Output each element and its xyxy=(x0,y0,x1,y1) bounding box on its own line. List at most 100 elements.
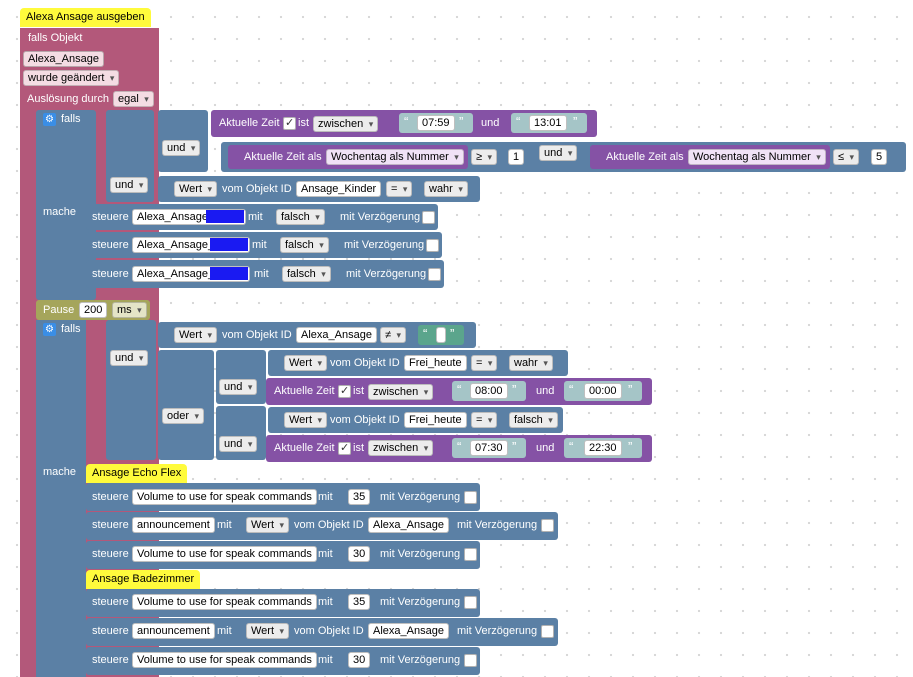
bad-volume-1[interactable]: steuere Volume to use for speak commands… xyxy=(86,589,480,617)
weekday-a-op[interactable]: ≥ xyxy=(471,149,498,165)
frei2-what[interactable]: Wert xyxy=(284,412,328,428)
flex-volume-2[interactable]: steuere Volume to use for speak commands… xyxy=(86,541,480,569)
frei2-id[interactable]: Frei_heute xyxy=(404,412,467,428)
control-row-1[interactable]: steuere Alexa_Ansage mit falsch mit Verz… xyxy=(86,204,438,230)
time1-to-field[interactable]: 13:01 xyxy=(529,115,567,131)
empty-string-field[interactable] xyxy=(436,327,446,343)
control3-delay-checkbox[interactable] xyxy=(428,268,441,281)
section-comment-flex[interactable]: Ansage Echo Flex xyxy=(86,464,188,483)
weekday-b-block[interactable]: Aktuelle Zeit als Wochentag als Nummer xyxy=(590,145,830,169)
control3-value[interactable]: falsch xyxy=(282,266,331,282)
frei1-id[interactable]: Frei_heute xyxy=(404,355,467,371)
state-kinder-what[interactable]: Wert xyxy=(174,181,218,197)
gear-icon[interactable]: ⚙ xyxy=(43,323,56,336)
weekday-a-block[interactable]: Aktuelle Zeit als Wochentag als Nummer xyxy=(228,145,468,169)
bad-volume-2[interactable]: steuere Volume to use for speak commands… xyxy=(86,647,480,675)
bad2-what[interactable]: Wert xyxy=(246,623,290,639)
weekday-a-value[interactable]: 1 xyxy=(508,149,525,165)
control2-delay-checkbox[interactable] xyxy=(426,239,439,252)
time-between-block-2[interactable]: Aktuelle Zeit ist zwischen “ 08:00 ” und… xyxy=(266,378,652,405)
trigger-object-id[interactable]: Alexa_Ansage xyxy=(23,51,104,67)
frei-heute-falsch[interactable]: Wert vom Objekt ID Frei_heute = falsch xyxy=(268,407,563,433)
flex2-target[interactable]: announcement xyxy=(132,517,215,533)
trigger-changed-dropdown[interactable]: wurde geändert xyxy=(23,70,120,86)
if1-and-outer-dropdown[interactable]: und xyxy=(110,177,149,193)
control1-value[interactable]: falsch xyxy=(276,209,325,225)
section-comment-bad[interactable]: Ansage Badezimmer xyxy=(86,570,201,589)
frei1-op[interactable]: = xyxy=(471,355,498,371)
flex3-value[interactable]: 30 xyxy=(348,546,371,562)
bad1-delay-checkbox[interactable] xyxy=(464,596,477,609)
flex1-target[interactable]: Volume to use for speak commands xyxy=(132,489,317,505)
weekday-b-dropdown[interactable]: Wochentag als Nummer xyxy=(688,149,826,165)
pause-value[interactable]: 200 xyxy=(79,302,108,318)
control-row-3[interactable]: steuere Alexa_Ansage_ mit falsch mit Ver… xyxy=(86,260,444,288)
control1-delay-checkbox[interactable] xyxy=(422,211,435,224)
bad1-value[interactable]: 35 xyxy=(348,594,371,610)
time1-checkbox[interactable] xyxy=(283,116,296,130)
state-compare-kinder[interactable]: Wert vom Objekt ID Ansage_Kinder = wahr xyxy=(158,176,480,202)
time2-from-field[interactable]: 08:00 xyxy=(470,383,508,399)
flex1-value[interactable]: 35 xyxy=(348,489,371,505)
time3-from-field[interactable]: 07:30 xyxy=(470,440,508,456)
trigger-by-dropdown[interactable]: egal xyxy=(113,91,154,107)
if2-and-outer[interactable] xyxy=(106,320,156,460)
neq-op[interactable]: ≠ xyxy=(380,327,407,343)
if1-and-inner-dropdown[interactable]: und xyxy=(162,140,201,156)
if2-and-b-dropdown[interactable]: und xyxy=(219,436,258,452)
or-dropdown[interactable]: oder xyxy=(162,408,205,424)
if2-and-outer-dropdown[interactable]: und xyxy=(110,350,149,366)
time3-mode-dropdown[interactable]: zwischen xyxy=(368,440,434,456)
pause-block[interactable]: Pause 200 ms xyxy=(36,300,150,320)
bad2-id[interactable]: Alexa_Ansage xyxy=(368,623,449,639)
gear-icon[interactable]: ⚙ xyxy=(43,113,56,126)
state-kinder-value[interactable]: wahr xyxy=(424,181,468,197)
or-block[interactable] xyxy=(158,350,214,460)
bad3-delay-checkbox[interactable] xyxy=(464,654,477,667)
frei2-value[interactable]: falsch xyxy=(509,412,558,428)
flex2-delay-checkbox[interactable] xyxy=(541,519,554,532)
time2-to-field[interactable]: 00:00 xyxy=(584,383,622,399)
time-between-block-1[interactable]: Aktuelle Zeit ist zwischen “ 07:59 ” und… xyxy=(211,110,597,137)
flex2-what[interactable]: Wert xyxy=(246,517,290,533)
bad3-target[interactable]: Volume to use for speak commands xyxy=(132,652,317,668)
if2-and-a[interactable] xyxy=(216,350,266,404)
if-block-2[interactable] xyxy=(36,320,86,677)
time3-checkbox[interactable] xyxy=(338,441,351,455)
frei1-value[interactable]: wahr xyxy=(509,355,553,371)
time3-to-field[interactable]: 22:30 xyxy=(584,440,622,456)
control-row-2[interactable]: steuere Alexa_Ansage_ mit falsch mit Ver… xyxy=(86,232,442,258)
state-kinder-op[interactable]: = xyxy=(386,181,413,197)
time1-from-field[interactable]: 07:59 xyxy=(417,115,455,131)
bad2-delay-checkbox[interactable] xyxy=(541,625,554,638)
frei2-op[interactable]: = xyxy=(471,412,498,428)
if2-and-a-dropdown[interactable]: und xyxy=(219,379,258,395)
state-kinder-id[interactable]: Ansage_Kinder xyxy=(296,181,382,197)
bad-announcement[interactable]: steuere announcement mit Wert vom Objekt… xyxy=(86,618,558,646)
frei-heute-wahr[interactable]: Wert vom Objekt ID Frei_heute = wahr xyxy=(268,350,568,376)
frei1-what[interactable]: Wert xyxy=(284,355,328,371)
comment-title[interactable]: Alexa Ansage ausgeben xyxy=(20,8,151,27)
bad2-target[interactable]: announcement xyxy=(132,623,215,639)
flex1-delay-checkbox[interactable] xyxy=(464,491,477,504)
time1-mode-dropdown[interactable]: zwischen xyxy=(313,116,379,132)
control2-value[interactable]: falsch xyxy=(280,237,329,253)
flex-announcement[interactable]: steuere announcement mit Wert vom Objekt… xyxy=(86,512,558,540)
flex-volume-1[interactable]: steuere Volume to use for speak commands… xyxy=(86,483,480,511)
time2-mode-dropdown[interactable]: zwischen xyxy=(368,384,434,400)
neq-what[interactable]: Wert xyxy=(174,327,218,343)
flex2-id[interactable]: Alexa_Ansage xyxy=(368,517,449,533)
time-between-block-3[interactable]: Aktuelle Zeit ist zwischen “ 07:30 ” und… xyxy=(266,435,652,462)
neq-id[interactable]: Alexa_Ansage xyxy=(296,327,377,343)
pause-unit[interactable]: ms xyxy=(112,302,147,318)
flex3-delay-checkbox[interactable] xyxy=(464,548,477,561)
time2-checkbox[interactable] xyxy=(338,384,351,398)
bad1-target[interactable]: Volume to use for speak commands xyxy=(132,594,317,610)
weekday-b-value[interactable]: 5 xyxy=(871,149,888,165)
weekday-a-dropdown[interactable]: Wochentag als Nummer xyxy=(326,149,464,165)
weekday-and-dropdown[interactable]: und xyxy=(539,145,578,161)
weekday-b-op[interactable]: ≤ xyxy=(833,149,860,165)
bad3-value[interactable]: 30 xyxy=(348,652,371,668)
flex3-target[interactable]: Volume to use for speak commands xyxy=(132,546,317,562)
neq-compare-block[interactable]: Wert vom Objekt ID Alexa_Ansage ≠ “ ” xyxy=(158,322,476,348)
